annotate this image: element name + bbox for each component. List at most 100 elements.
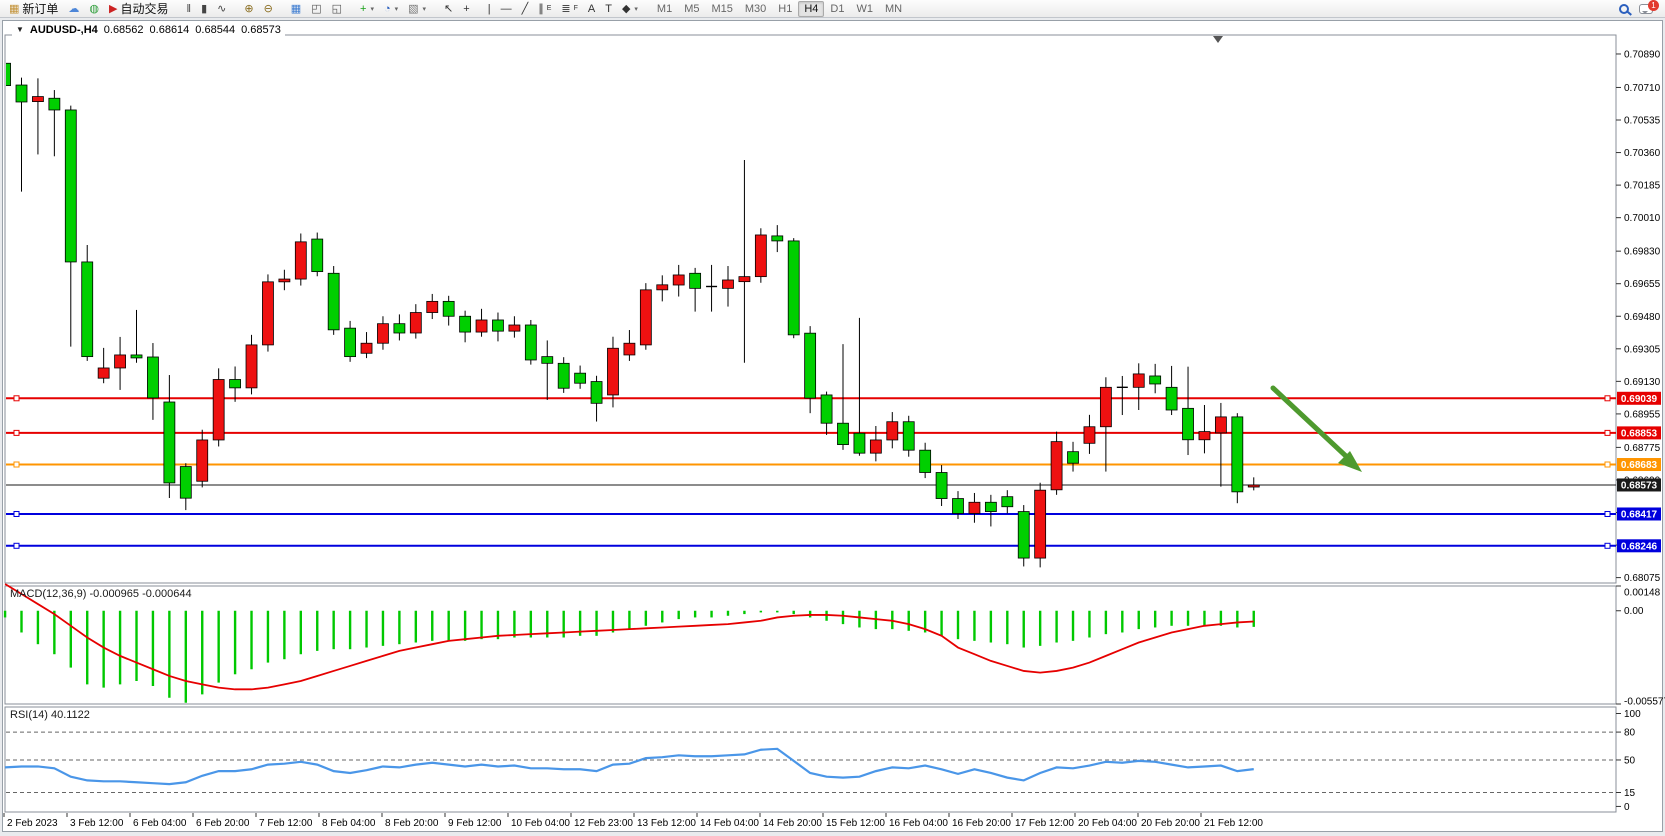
- cascade-windows-icon: ◰: [311, 1, 321, 17]
- candle: [755, 228, 766, 283]
- bar-high-value: 0.68614: [150, 24, 190, 36]
- time-label: 17 Feb 12:00: [1015, 818, 1074, 829]
- tile-windows-button[interactable]: ▦: [286, 1, 306, 17]
- horizontal-line-button[interactable]: —: [496, 1, 517, 17]
- new-order-button[interactable]: ▦新订单: [4, 1, 63, 17]
- templates-button[interactable]: ▧▾: [403, 1, 431, 17]
- zoom-in-button[interactable]: ⊕: [239, 1, 258, 17]
- time-label: 16 Feb 04:00: [889, 818, 948, 829]
- rsi-axis-label: 50: [1624, 755, 1636, 766]
- cascade-windows-button[interactable]: ◰: [306, 1, 326, 17]
- time-label: 9 Feb 12:00: [448, 818, 502, 829]
- chart-symbol-period: AUDUSD-,H4: [30, 24, 98, 36]
- tool-sub-letter: E: [547, 5, 552, 12]
- timeframe-m30[interactable]: M30: [739, 1, 772, 17]
- macd-axis-label: 0.00: [1624, 606, 1644, 617]
- shapes-icon: ◆: [622, 1, 630, 17]
- periods-icon: ◔: [384, 1, 391, 17]
- line-price-tag: 0.68246: [1617, 539, 1661, 552]
- fibonacci-icon: ≣: [561, 1, 570, 17]
- zoom-out-button[interactable]: ⊖: [259, 1, 278, 17]
- macd-signal-value: -0.000644: [142, 588, 192, 600]
- bar-chart-button[interactable]: ‖: [182, 1, 197, 17]
- time-label: 8 Feb 20:00: [385, 818, 439, 829]
- line-handle[interactable]: [14, 511, 19, 516]
- timeframe-h1[interactable]: H1: [772, 1, 798, 17]
- bar-low-value: 0.68544: [195, 24, 235, 36]
- time-label: 2 Feb 2023: [7, 818, 58, 829]
- line-handle[interactable]: [1605, 430, 1610, 435]
- rsi-axis-label: 0: [1624, 802, 1630, 813]
- line-price-tag: 0.68853: [1617, 426, 1661, 439]
- candle: [82, 245, 93, 361]
- timeframe-mn[interactable]: MN: [879, 1, 908, 17]
- toolbar-buttons: ▦新订单☁◍▶自动交易‖▮∿⊕⊖▦◰◱+▾◔▾▧▾↖+|—╱∥E≣FAT◆▾: [4, 1, 651, 17]
- line-handle[interactable]: [14, 396, 19, 401]
- channel-icon: ∥: [538, 1, 544, 17]
- chat-badge: 1: [1648, 0, 1659, 11]
- indicators-button[interactable]: +▾: [355, 1, 379, 17]
- price-axis-label: 0.70890: [1624, 49, 1661, 60]
- price-axis: 0.708900.707100.705350.703600.701850.700…: [1616, 49, 1661, 584]
- dropdown-caret-icon: ▾: [423, 5, 427, 13]
- rsi-axis-label: 100: [1624, 709, 1641, 720]
- channel-button[interactable]: ∥E: [533, 1, 556, 17]
- time-label: 3 Feb 12:00: [70, 818, 124, 829]
- line-handle[interactable]: [1605, 543, 1610, 548]
- time-label: 8 Feb 04:00: [322, 818, 376, 829]
- timeframe-m15[interactable]: M15: [705, 1, 738, 17]
- price-axis-label: 0.69655: [1624, 279, 1661, 290]
- price-axis-label: 0.69480: [1624, 312, 1661, 323]
- candlestick-chart-button[interactable]: ▮: [196, 1, 212, 17]
- timeframe-m5[interactable]: M5: [678, 1, 705, 17]
- mql5-cloud-button[interactable]: ☁: [63, 1, 84, 17]
- crosshair-button[interactable]: +: [458, 1, 474, 17]
- text-icon: A: [588, 1, 595, 17]
- line-handle[interactable]: [1605, 396, 1610, 401]
- line-handle[interactable]: [14, 462, 19, 467]
- arrange-windows-icon: ◱: [332, 1, 342, 17]
- svg-text:0.69039: 0.69039: [1621, 394, 1658, 405]
- svg-text:0.68417: 0.68417: [1621, 509, 1658, 520]
- cursor-button[interactable]: ↖: [439, 1, 458, 17]
- trendline-button[interactable]: ╱: [517, 1, 534, 17]
- line-handle[interactable]: [1605, 511, 1610, 516]
- timeframe-h4[interactable]: H4: [798, 1, 824, 17]
- shapes-button[interactable]: ◆▾: [617, 1, 643, 17]
- cursor-icon: ↖: [444, 1, 453, 17]
- line-price-tag: 0.69039: [1617, 392, 1661, 405]
- text-button[interactable]: A: [583, 1, 600, 17]
- periods-button[interactable]: ◔▾: [379, 1, 403, 17]
- svg-text:0.68853: 0.68853: [1621, 428, 1658, 439]
- vertical-line-button[interactable]: |: [483, 1, 496, 17]
- timeframe-d1[interactable]: D1: [824, 1, 850, 17]
- line-handle[interactable]: [1605, 462, 1610, 467]
- line-handle[interactable]: [14, 430, 19, 435]
- search-icon[interactable]: [1619, 4, 1629, 14]
- zoom-in-icon: ⊕: [244, 1, 253, 17]
- candle: [788, 238, 799, 338]
- line-handle[interactable]: [14, 543, 19, 548]
- time-label: 15 Feb 12:00: [826, 818, 885, 829]
- chart-canvas: 0.708900.707100.705350.703600.701850.700…: [0, 0, 1665, 836]
- autotrade-button[interactable]: ▶自动交易: [104, 1, 173, 17]
- text-label-button[interactable]: T: [600, 1, 617, 17]
- candle: [213, 368, 224, 446]
- timeframe-w1[interactable]: W1: [850, 1, 879, 17]
- candle: [640, 283, 651, 350]
- macd-main-value: -0.000965: [89, 588, 139, 600]
- price-axis-label: 0.70535: [1624, 116, 1661, 127]
- line-chart-button[interactable]: ∿: [212, 1, 231, 17]
- crosshair-icon: +: [463, 1, 469, 17]
- chat-icon[interactable]: 1: [1639, 4, 1653, 14]
- fibonacci-button[interactable]: ≣F: [556, 1, 583, 17]
- symbol-dropdown-icon[interactable]: ▼: [16, 25, 24, 34]
- macd-axis: 0.001480.00-0.005577: [1616, 586, 1665, 708]
- autotrade-button-label: 自动交易: [121, 0, 169, 17]
- candle: [525, 320, 536, 365]
- signals-icon: ◍: [89, 1, 99, 17]
- arrange-windows-button[interactable]: ◱: [327, 1, 347, 17]
- signals-button[interactable]: ◍: [84, 1, 104, 17]
- timeframe-m1[interactable]: M1: [651, 1, 678, 17]
- macd-panel: [5, 586, 1616, 704]
